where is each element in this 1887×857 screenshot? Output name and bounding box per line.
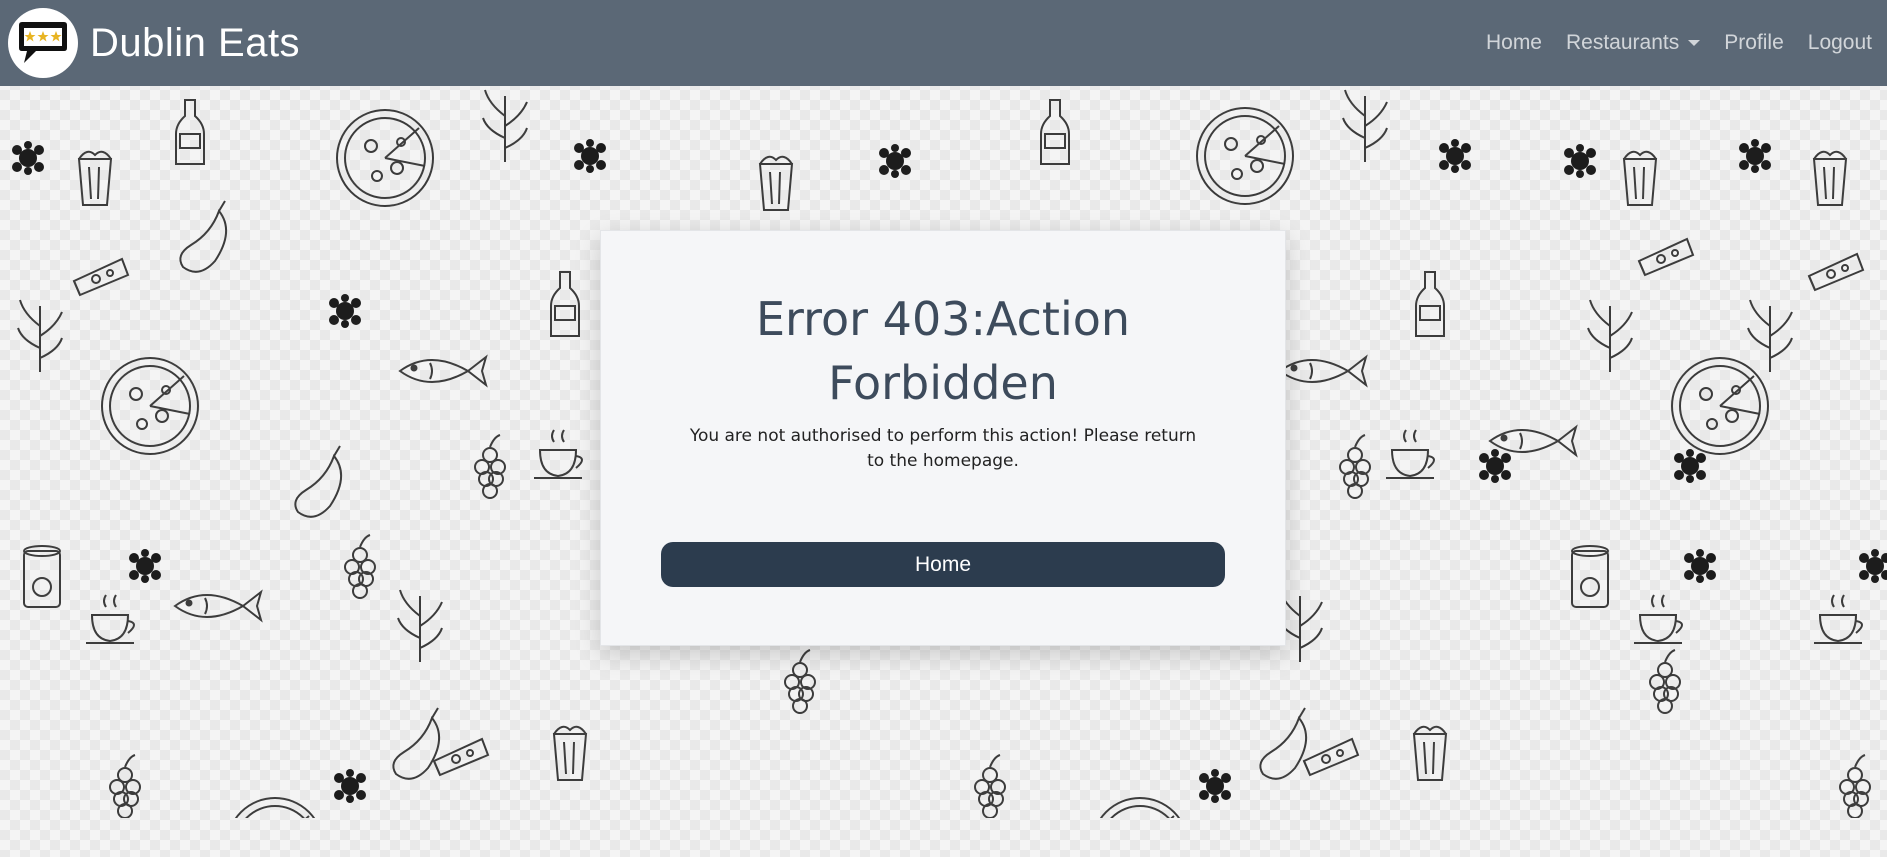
error-message: You are not authorised to perform this a… [689,426,1197,471]
nav-links: Home Restaurants Profile Logout [1462,31,1872,55]
navbar: Dublin Eats Home Restaurants Profile Log… [0,0,1887,86]
brand-name: Dublin Eats [90,20,301,65]
logo [8,8,78,78]
brand-link[interactable]: Dublin Eats [8,8,300,78]
nav-home-link[interactable]: Home [1486,31,1542,55]
caret-down-icon [1688,40,1701,46]
error-card: Error 403:Action Forbidden You are not a… [600,230,1286,646]
nav-logout-link[interactable]: Logout [1808,31,1872,55]
nav-restaurants-label: Restaurants [1566,31,1680,54]
error-title: Error 403:Action Forbidden [755,292,1131,410]
home-button[interactable]: Home [661,542,1225,587]
nav-restaurants-dropdown[interactable]: Restaurants [1566,31,1701,55]
nav-profile-link[interactable]: Profile [1724,31,1784,55]
speech-bubble-stars-icon [19,22,67,63]
